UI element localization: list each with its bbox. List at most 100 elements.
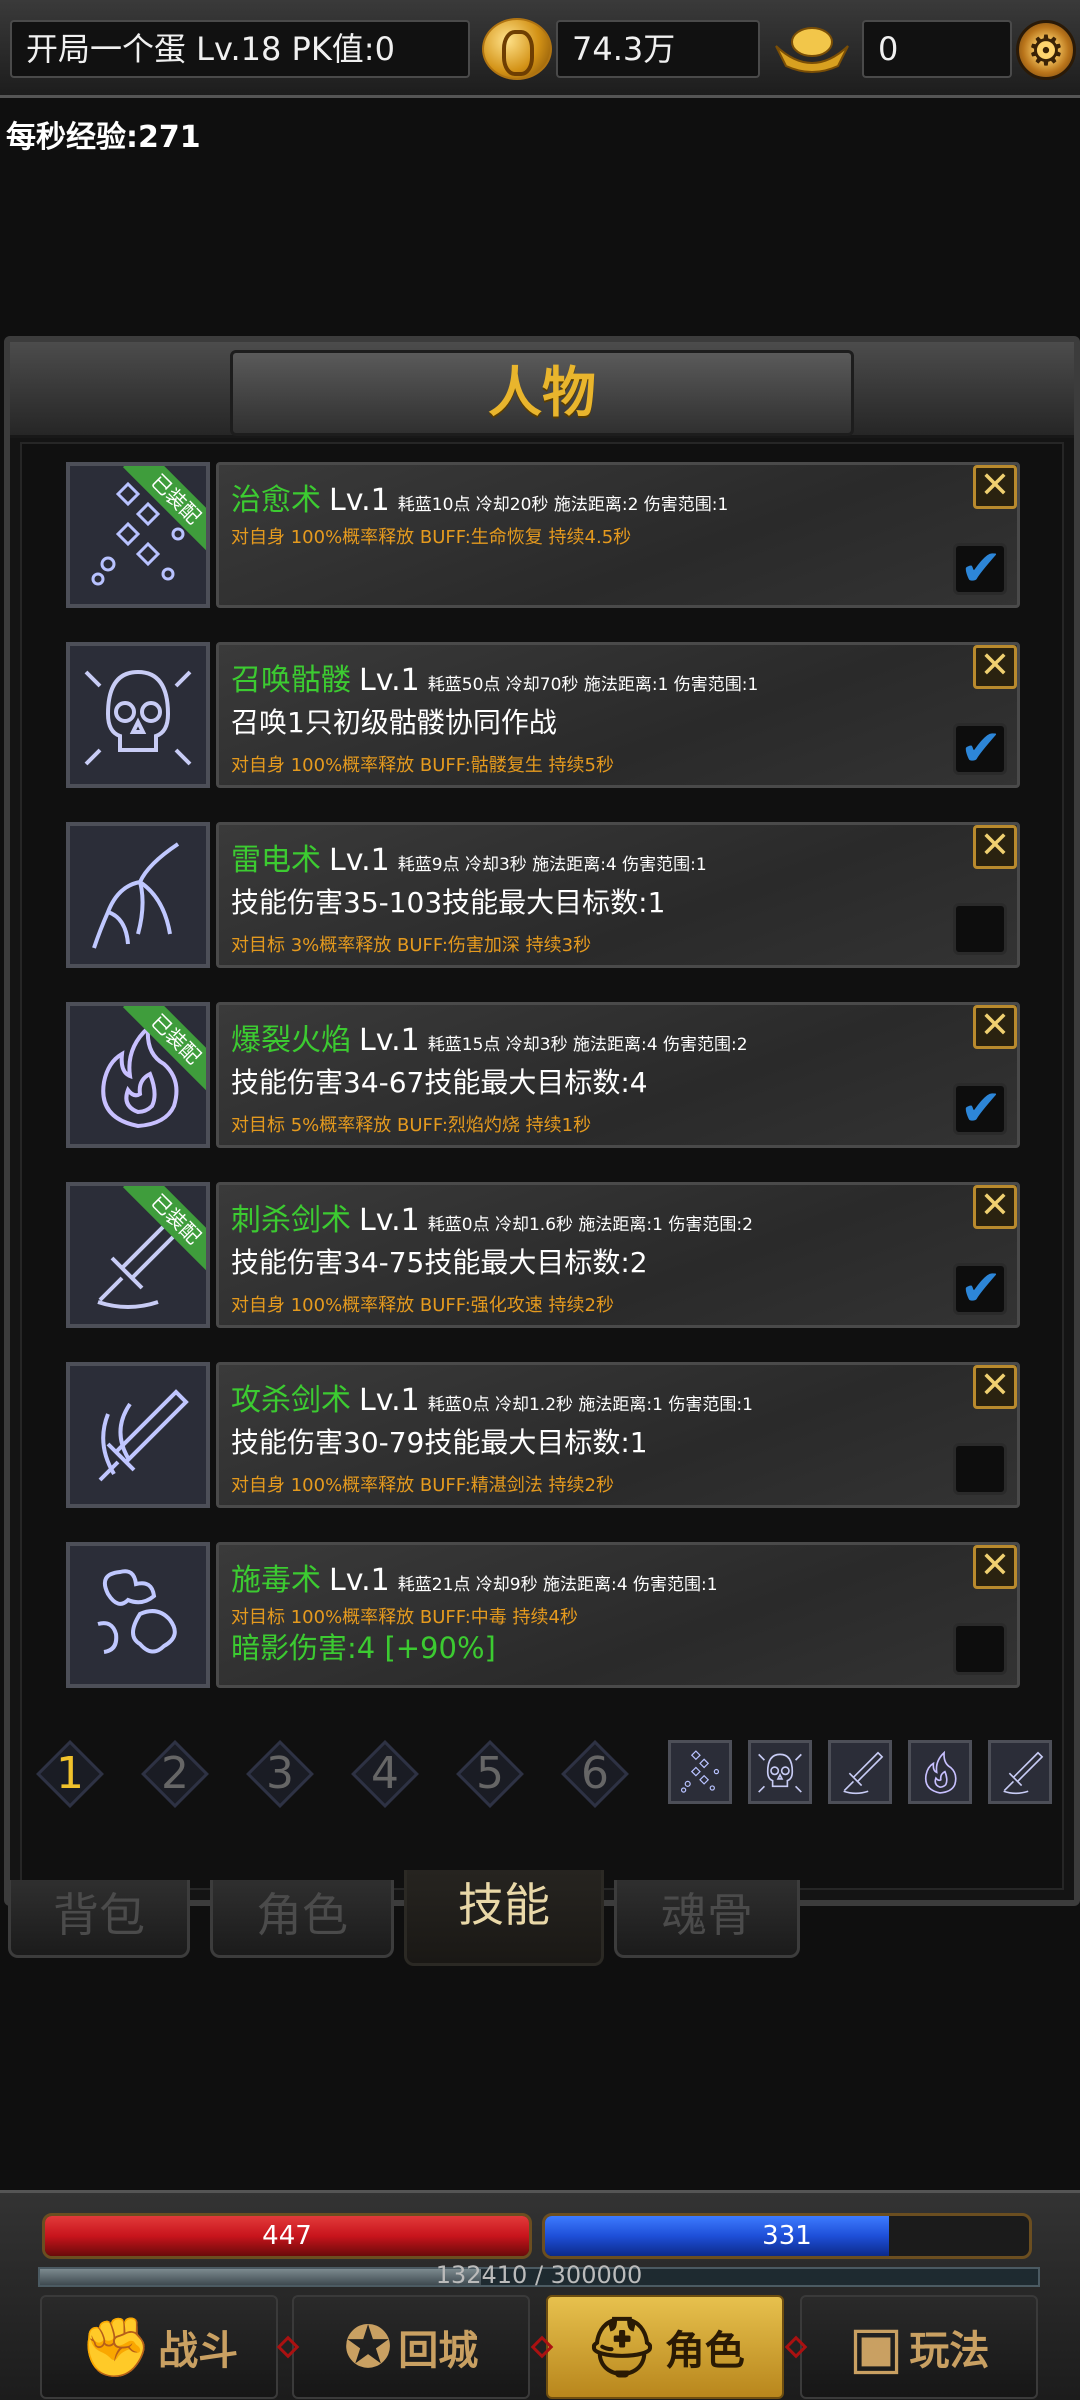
page-number: 6 — [581, 1748, 609, 1799]
skill-stats: 耗蓝50点 冷却70秒 施法距离:1 伤害范围:1 — [427, 675, 759, 695]
skill-level: Lv.1 — [359, 1203, 420, 1238]
skull-icon[interactable] — [748, 1740, 812, 1804]
skill-name: 施毒术 — [231, 1563, 321, 1598]
equip-checkbox[interactable] — [953, 1623, 1007, 1675]
bottom-hud: 447 331 132410 / 300000 ✊ 战斗 ✪ 回城 ⛑ 角色 ▣ 玩法 — [0, 2190, 1080, 2400]
page-button[interactable]: 3 — [246, 1740, 314, 1808]
skill-level: Lv.1 — [329, 483, 390, 518]
skill-header: 雷电术 Lv.1 耗蓝9点 冷却3秒 施法距离:4 伤害范围:1 — [231, 835, 707, 879]
hp-bar: 447 — [42, 2213, 532, 2259]
sword-thrust-icon[interactable] — [988, 1740, 1052, 1804]
flaming-sword-icon[interactable] — [66, 1362, 210, 1508]
exp-value: 132410 / 300000 — [435, 2261, 643, 2289]
skill-level: Lv.1 — [329, 843, 390, 878]
skill-card: 召唤骷髅 Lv.1 耗蓝50点 冷却70秒 施法距离:1 伤害范围:1 召唤1只初级… — [216, 642, 1020, 788]
tab-skill[interactable]: 技能 — [404, 1870, 604, 1966]
page-number: 1 — [56, 1748, 84, 1799]
hp-value: 447 — [262, 2221, 312, 2251]
lightning-icon[interactable] — [66, 822, 210, 968]
skill-row[interactable]: 已装配 刺杀剑术 Lv.1 耗蓝0点 冷却1.6秒 施法距离:1 伤害范围:2 技能… — [66, 1182, 1020, 1330]
settings-gear-button[interactable]: ⚙ — [1016, 20, 1076, 80]
skill-stats: 耗蓝0点 冷却1.2秒 施法距离:1 伤害范围:1 — [427, 1395, 753, 1415]
skill-buff: 对目标 5%概率释放 BUFF:烈焰灼烧 持续1秒 — [231, 1115, 592, 1136]
mp-bar: 331 — [542, 2213, 1032, 2259]
close-icon[interactable]: ✕ — [973, 1365, 1017, 1409]
page-button[interactable]: 4 — [351, 1740, 419, 1808]
skill-stats: 耗蓝0点 冷却1.6秒 施法距离:1 伤害范围:2 — [427, 1215, 753, 1235]
close-icon[interactable]: ✕ — [973, 825, 1017, 869]
skill-buff: 对自身 100%概率释放 BUFF:骷髅复生 持续5秒 — [231, 755, 614, 776]
nav-button-battle[interactable]: ✊ 战斗 — [40, 2295, 278, 2399]
close-icon[interactable]: ✕ — [973, 1005, 1017, 1049]
page-number: 2 — [161, 1748, 189, 1799]
healing-rune-icon[interactable] — [668, 1740, 732, 1804]
skill-row[interactable]: 已装配 治愈术 Lv.1 耗蓝10点 冷却20秒 施法距离:2 伤害范围:1 对自身… — [66, 462, 1020, 610]
close-icon[interactable]: ✕ — [973, 465, 1017, 509]
player-info: 开局一个蛋 Lv.18 PK值:0 — [10, 20, 470, 78]
sword-thrust-icon[interactable]: 已装配 — [66, 1182, 210, 1328]
nav-label: 回城 — [398, 2328, 479, 2374]
skill-name: 攻杀剑术 — [231, 1383, 351, 1418]
tab-role[interactable]: 角色 — [210, 1880, 394, 1958]
sword-thrust-icon[interactable] — [828, 1740, 892, 1804]
nav-label: 战斗 — [158, 2328, 239, 2374]
skill-row[interactable]: 雷电术 Lv.1 耗蓝9点 冷却3秒 施法距离:4 伤害范围:1 技能伤害35-10… — [66, 822, 1020, 970]
close-icon[interactable]: ✕ — [973, 1185, 1017, 1229]
skill-level: Lv.1 — [359, 1383, 420, 1418]
skill-level: Lv.1 — [359, 663, 420, 698]
poison-cloud-icon[interactable] — [66, 1542, 210, 1688]
skill-row[interactable]: 召唤骷髅 Lv.1 耗蓝50点 冷却70秒 施法距离:1 伤害范围:1 召唤1只初级… — [66, 642, 1020, 790]
close-icon[interactable]: ✕ — [973, 1545, 1017, 1589]
equip-checkbox[interactable]: ✔ — [953, 539, 1007, 597]
skill-name: 召唤骷髅 — [231, 663, 351, 698]
tab-soulbone[interactable]: 魂骨 — [614, 1880, 800, 1958]
nav-button-gameplay[interactable]: ▣ 玩法 — [800, 2295, 1038, 2399]
page-button[interactable]: 6 — [561, 1740, 629, 1808]
skill-stats: 耗蓝10点 冷却20秒 施法距离:2 伤害范围:1 — [397, 495, 729, 515]
equip-checkbox[interactable]: ✔ — [953, 1080, 1007, 1136]
skill-description: 召唤1只初级骷髅协同作战 — [231, 706, 557, 739]
close-icon[interactable]: ✕ — [973, 645, 1017, 689]
skill-header: 攻杀剑术 Lv.1 耗蓝0点 冷却1.2秒 施法距离:1 伤害范围:1 — [231, 1375, 753, 1419]
fist-icon: ✊ — [79, 2312, 153, 2381]
skill-header: 爆裂火焰 Lv.1 耗蓝15点 冷却3秒 施法距离:4 伤害范围:2 — [231, 1015, 748, 1059]
tab-bag[interactable]: 背包 — [8, 1880, 190, 1958]
page-button[interactable]: 2 — [141, 1740, 209, 1808]
equip-checkbox[interactable]: ✔ — [953, 720, 1007, 776]
equip-checkbox[interactable] — [953, 1443, 1007, 1495]
skill-level: Lv.1 — [329, 1563, 390, 1598]
healing-rune-icon[interactable]: 已装配 — [66, 462, 210, 608]
page-button[interactable]: 5 — [456, 1740, 524, 1808]
nav-button-character[interactable]: ⛑ 角色 — [546, 2295, 784, 2399]
skill-description: 技能伤害35-103技能最大目标数:1 — [231, 886, 666, 919]
skill-level: Lv.1 — [359, 1023, 420, 1058]
skill-header: 施毒术 Lv.1 耗蓝21点 冷却9秒 施法距离:4 伤害范围:1 — [231, 1555, 718, 1599]
flame-icon[interactable] — [908, 1740, 972, 1804]
skill-header: 治愈术 Lv.1 耗蓝10点 冷却20秒 施法距离:2 伤害范围:1 — [231, 475, 728, 519]
skill-stats: 耗蓝21点 冷却9秒 施法距离:4 伤害范围:1 — [397, 1575, 718, 1595]
helmet-icon: ⛑ — [585, 2312, 659, 2381]
checkmark-icon: ✔ — [960, 539, 1002, 597]
skill-buff: 对目标 3%概率释放 BUFF:伤害加深 持续3秒 — [231, 935, 592, 956]
skill-buff: 对自身 100%概率释放 BUFF:强化攻速 持续2秒 — [231, 1295, 614, 1316]
skill-bonus: 暗影伤害:4 [+90%] — [231, 1631, 496, 1665]
skill-description: 技能伤害34-67技能最大目标数:4 — [231, 1066, 648, 1099]
page-number: 3 — [266, 1748, 294, 1799]
skill-stats: 耗蓝9点 冷却3秒 施法距离:4 伤害范围:1 — [397, 855, 707, 875]
skill-row[interactable]: 施毒术 Lv.1 耗蓝21点 冷却9秒 施法距离:4 伤害范围:1 对目标 100%… — [66, 1542, 1020, 1690]
skill-row[interactable]: 已装配 爆裂火焰 Lv.1 耗蓝15点 冷却3秒 施法距离:4 伤害范围:2 技能伤… — [66, 1002, 1020, 1150]
skill-row[interactable]: 攻杀剑术 Lv.1 耗蓝0点 冷却1.2秒 施法距离:1 伤害范围:1 技能伤害30… — [66, 1362, 1020, 1510]
gear-icon: ⚙ — [1027, 26, 1065, 75]
nav-button-town[interactable]: ✪ 回城 — [292, 2295, 530, 2399]
nav-label: 玩法 — [909, 2328, 990, 2374]
flame-icon[interactable]: 已装配 — [66, 1002, 210, 1148]
mp-value: 331 — [762, 2221, 812, 2251]
equip-checkbox[interactable] — [953, 903, 1007, 955]
treasure-chest-icon: ▣ — [848, 2313, 904, 2381]
skill-name: 治愈术 — [231, 483, 321, 518]
skill-card: 雷电术 Lv.1 耗蓝9点 冷却3秒 施法距离:4 伤害范围:1 技能伤害35-10… — [216, 822, 1020, 968]
skull-icon[interactable] — [66, 642, 210, 788]
page-button[interactable]: 1 — [36, 1740, 104, 1808]
equip-checkbox[interactable]: ✔ — [953, 1260, 1007, 1316]
skill-card: 施毒术 Lv.1 耗蓝21点 冷却9秒 施法距离:4 伤害范围:1 对目标 100%… — [216, 1542, 1020, 1688]
